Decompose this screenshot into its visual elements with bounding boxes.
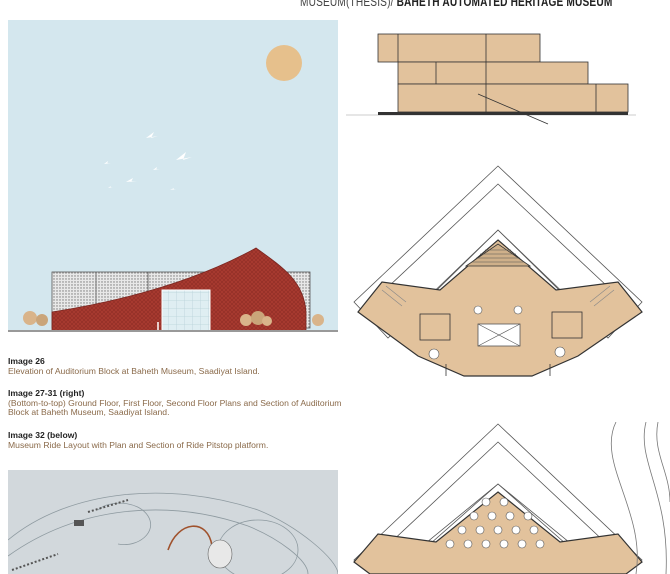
header-title: MUSEUM(THESIS)/ BAHETH AUTOMATED HERITAG… — [300, 0, 612, 10]
sun-icon — [266, 45, 302, 81]
caption-image-27-31: Image 27-31 (right) (Bottom-to-top) Grou… — [8, 388, 343, 418]
ride-layout-image — [8, 470, 338, 574]
header-prefix: MUSEUM(THESIS)/ — [300, 0, 394, 9]
caption-image-26: Image 26 Elevation of Auditorium Block a… — [8, 356, 343, 376]
caption-image-32: Image 32 (below) Museum Ride Layout with… — [8, 430, 343, 450]
elevation-image — [8, 20, 338, 332]
section-drawing — [346, 33, 636, 125]
caption-text: Museum Ride Layout with Plan and Section… — [8, 439, 269, 450]
floor-plan-upper — [353, 165, 643, 377]
floor-plan-lower — [353, 422, 670, 574]
caption-text: (Bottom-to-top) Ground Floor, First Floo… — [8, 397, 342, 418]
header-project-title: BAHETH AUTOMATED HERITAGE MUSEUM — [396, 0, 613, 9]
caption-text: Elevation of Auditorium Block at Baheth … — [8, 365, 260, 376]
